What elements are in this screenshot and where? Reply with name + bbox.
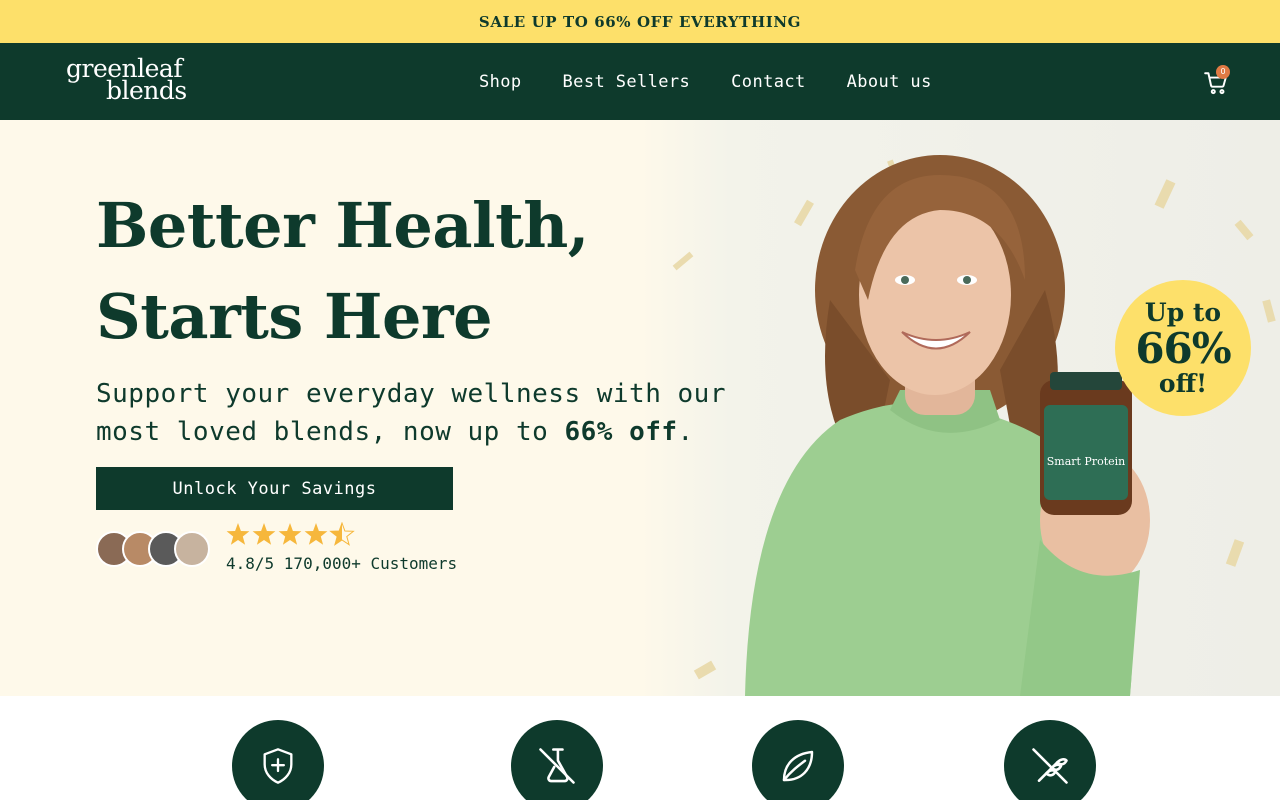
logo-line-2: blends bbox=[106, 76, 187, 105]
feature-icons-row bbox=[0, 696, 1280, 800]
shield-plus-icon bbox=[232, 720, 324, 800]
promo-badge: Up to 66% off! bbox=[1115, 280, 1251, 416]
cart-button[interactable]: 0 bbox=[1203, 65, 1233, 98]
hero-title-line-1: Better Health, bbox=[96, 189, 589, 262]
no-gluten-icon bbox=[1004, 720, 1096, 800]
star-icon bbox=[329, 521, 355, 546]
nav-link-best-sellers[interactable]: Best Sellers bbox=[563, 72, 691, 92]
promo-badge-line-3: off! bbox=[1158, 369, 1208, 398]
rating-summary: 4.8/5 170,000+ Customers bbox=[226, 554, 458, 573]
rating-stars-icon bbox=[226, 521, 355, 546]
brand-logo[interactable]: greenleaf blends bbox=[66, 56, 206, 106]
promo-badge-line-2: 66% bbox=[1135, 324, 1231, 373]
hero-section: Smart Protein Better Health, Starts Here… bbox=[0, 120, 1280, 696]
no-lab-flask-icon bbox=[511, 720, 603, 800]
nav-link-about-us[interactable]: About us bbox=[847, 72, 932, 92]
announcement-text: SALE UP TO 66% OFF EVERYTHING bbox=[478, 12, 802, 31]
hero-subtitle-highlight: 66% off bbox=[564, 417, 678, 447]
site-header: greenleaf blends Shop Best Sellers Conta… bbox=[0, 43, 1280, 120]
star-rating bbox=[226, 521, 358, 555]
hero-subtitle-end: . bbox=[677, 417, 694, 447]
star-icon bbox=[226, 523, 250, 545]
hero-title-line-2: Starts Here bbox=[96, 280, 493, 353]
nav-link-shop[interactable]: Shop bbox=[479, 72, 522, 92]
unlock-savings-button[interactable]: Unlock Your Savings bbox=[96, 467, 453, 510]
avatar bbox=[174, 531, 210, 567]
star-icon bbox=[252, 523, 276, 545]
bottle-label: Smart Protein bbox=[1047, 455, 1126, 468]
promo-badge-line-1: Up to bbox=[1144, 298, 1222, 327]
star-icon bbox=[278, 523, 302, 545]
cart-count-badge: 0 bbox=[1216, 65, 1230, 79]
hero-title: Better Health, Starts Here bbox=[96, 180, 716, 362]
star-icon bbox=[304, 523, 328, 545]
nav-link-contact[interactable]: Contact bbox=[731, 72, 805, 92]
customer-avatars bbox=[96, 531, 216, 569]
announcement-bar: SALE UP TO 66% OFF EVERYTHING bbox=[0, 0, 1280, 43]
leaf-icon bbox=[752, 720, 844, 800]
hero-subtitle: Support your everyday wellness with our … bbox=[96, 375, 756, 451]
main-nav: Shop Best Sellers Contact About us bbox=[479, 43, 932, 120]
